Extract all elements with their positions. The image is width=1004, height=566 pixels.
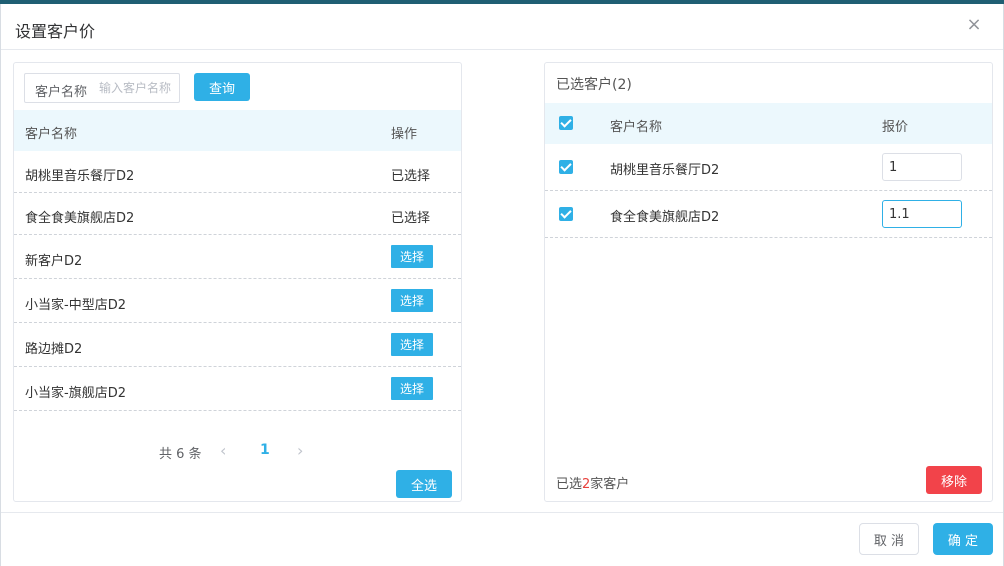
confirm-button[interactable]: 确 定 [933,523,993,555]
query-button[interactable]: 查询 [194,73,250,101]
selected-customers-panel: 已选客户(2) 客户名称 报价 胡桃里音乐餐厅D2 食全食美旗舰店D2 已选2家… [544,62,993,502]
row-customer-name: 胡桃里音乐餐厅D2 [25,169,135,184]
table-row: 新客户D2 选择 [14,235,461,279]
table-row: 胡桃里音乐餐厅D2 已选择 [14,151,461,193]
column-customer-name: 客户名称 [25,127,78,142]
dialog-header: 设置客户价 × [1,4,1003,50]
table-row: 路边摊D2 选择 [14,323,461,367]
set-customer-price-dialog: 设置客户价 × 客户名称 查询 客户名称 操作 胡桃里音乐餐厅D2 已选择 食全… [0,4,1004,566]
row-customer-name: 胡桃里音乐餐厅D2 [610,163,720,178]
customer-list-panel: 客户名称 查询 客户名称 操作 胡桃里音乐餐厅D2 已选择 食全食美旗舰店D2 … [13,62,462,502]
row-customer-name: 食全食美旗舰店D2 [610,210,720,225]
customer-search-box: 客户名称 [24,73,180,103]
chevron-right-icon[interactable]: › [297,441,303,460]
price-input[interactable] [882,200,962,228]
table-row: 食全食美旗舰店D2 已选择 [14,193,461,235]
column-price: 报价 [882,120,909,135]
selected-count-prefix: 已选 [556,477,583,492]
row-selected-status: 已选择 [391,211,431,226]
row-checkbox[interactable] [559,160,573,174]
dialog-footer: 取 消 确 定 [1,512,1003,566]
cancel-button[interactable]: 取 消 [859,523,919,555]
column-action: 操作 [391,127,418,142]
row-customer-name: 小当家-旗舰店D2 [25,386,126,401]
table-row: 小当家-中型店D2 选择 [14,279,461,323]
selected-customers-title: 已选客户(2) [556,77,632,93]
select-all-checkbox[interactable] [559,116,573,130]
table-row: 食全食美旗舰店D2 [545,191,992,238]
pagination-total: 共 6 条 [159,447,202,462]
chevron-left-icon[interactable]: ‹ [220,441,226,460]
select-all-button[interactable]: 全选 [396,470,452,498]
selected-count-text: 已选2家客户 [556,473,629,492]
row-customer-name: 新客户D2 [25,254,83,269]
select-button[interactable]: 选择 [391,377,433,400]
select-button[interactable]: 选择 [391,245,433,268]
close-icon[interactable]: × [965,16,983,34]
select-button[interactable]: 选择 [391,333,433,356]
row-customer-name: 小当家-中型店D2 [25,298,126,313]
page-number-1[interactable]: 1 [260,442,270,458]
row-customer-name: 食全食美旗舰店D2 [25,211,135,226]
row-checkbox[interactable] [559,207,573,221]
pagination: 共 6 条 ‹ 1 › [14,441,461,462]
selected-table-header: 客户名称 报价 [545,103,992,144]
customer-name-input[interactable] [99,78,177,98]
selected-count-suffix: 家客户 [590,477,630,492]
dialog-title: 设置客户价 [15,22,96,41]
table-row: 小当家-旗舰店D2 选择 [14,367,461,411]
row-customer-name: 路边摊D2 [25,342,83,357]
search-label: 客户名称 [35,85,88,100]
select-button[interactable]: 选择 [391,289,433,312]
customer-table-header: 客户名称 操作 [14,110,461,151]
remove-button[interactable]: 移除 [926,466,982,494]
table-row: 胡桃里音乐餐厅D2 [545,144,992,191]
price-input[interactable] [882,153,962,181]
column-customer-name: 客户名称 [610,120,663,135]
row-selected-status: 已选择 [391,169,431,184]
